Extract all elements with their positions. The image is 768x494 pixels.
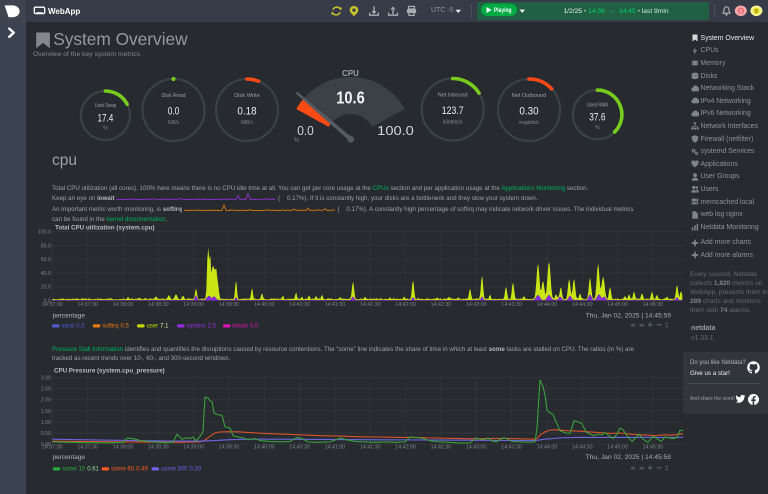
svg-text:KiB/s: KiB/s (168, 120, 179, 126)
svg-text:14:42:00: 14:42:00 (395, 445, 416, 451)
svg-text:user: user (147, 324, 159, 330)
svg-text:system: system (187, 324, 206, 330)
svg-text:14:38:00: 14:38:00 (113, 302, 134, 308)
svg-text:14:42:30: 14:42:30 (431, 302, 452, 308)
svg-text:kilobits/s: kilobits/s (443, 120, 463, 126)
svg-text:0.30: 0.30 (519, 106, 538, 118)
svg-text:14:45:00: 14:45:00 (607, 302, 628, 308)
svg-text:14:39:00: 14:39:00 (183, 445, 204, 451)
svg-text:14:38:30: 14:38:30 (148, 302, 169, 308)
svg-text:0.00: 0.00 (41, 442, 51, 448)
svg-text:0.0: 0.0 (297, 123, 314, 138)
svg-text:0.18: 0.18 (237, 106, 256, 118)
svg-text:14:45:00: 14:45:00 (607, 445, 628, 451)
svg-text:steal: steal (62, 324, 75, 330)
svg-text:80.0: 80.0 (41, 243, 51, 249)
svg-text:softirq: softirq (102, 324, 118, 330)
svg-text:%: % (595, 125, 600, 131)
svg-text:Disk Read: Disk Read (161, 93, 185, 99)
svg-text:14:37:00: 14:37:00 (42, 445, 63, 451)
svg-text:20.0: 20.0 (41, 285, 51, 291)
svg-text:Used RAM: Used RAM (587, 102, 608, 108)
svg-text:14:40:00: 14:40:00 (254, 445, 275, 451)
svg-text:14:41:30: 14:41:30 (360, 445, 381, 451)
svg-text:123.7: 123.7 (442, 105, 464, 117)
svg-text:2.50: 2.50 (41, 387, 51, 393)
svg-text:14:41:30: 14:41:30 (360, 302, 381, 308)
svg-text:Used Swap: Used Swap (95, 103, 116, 109)
svg-text:some 100.61: some 100.61 (64, 467, 99, 473)
svg-text:system2.5: system2.5 (189, 324, 217, 330)
svg-text:%: % (103, 126, 108, 132)
svg-text:percentage: percentage (53, 312, 86, 319)
svg-text:100.0: 100.0 (38, 230, 51, 236)
svg-text:14:44:30: 14:44:30 (572, 302, 593, 308)
svg-text:0.0: 0.0 (44, 299, 51, 305)
svg-text:some 10: some 10 (62, 467, 86, 473)
svg-text:14:45:30: 14:45:30 (643, 445, 664, 451)
svg-text:Total CPU utilization (system.: Total CPU utilization (system.cpu) (55, 225, 155, 232)
svg-text:14:43:00: 14:43:00 (466, 302, 487, 308)
svg-text:14:43:30: 14:43:30 (501, 302, 522, 308)
svg-text:14:41:00: 14:41:00 (325, 445, 346, 451)
svg-text:14:38:30: 14:38:30 (148, 445, 169, 451)
svg-text:user7.1: user7.1 (149, 324, 170, 330)
svg-text:14:39:30: 14:39:30 (219, 445, 240, 451)
svg-text:14:44:00: 14:44:00 (537, 302, 558, 308)
svg-text:14:37:00: 14:37:00 (42, 302, 63, 308)
svg-text:some 3000.30: some 3000.30 (163, 467, 202, 473)
svg-text:14:42:30: 14:42:30 (431, 445, 452, 451)
svg-text:14:40:30: 14:40:30 (289, 302, 310, 308)
svg-text:some 60: some 60 (111, 467, 135, 473)
svg-text:1.00: 1.00 (41, 420, 51, 426)
svg-text:Net Outbound: Net Outbound (512, 93, 546, 99)
svg-text:0.0: 0.0 (168, 106, 180, 118)
svg-text:14:45:30: 14:45:30 (643, 302, 664, 308)
svg-text:100.0: 100.0 (377, 123, 414, 138)
svg-text:softirq0.5: softirq0.5 (104, 324, 129, 330)
svg-text:1.50: 1.50 (41, 409, 51, 415)
svg-text:14:42:00: 14:42:00 (395, 302, 416, 308)
svg-text:iowait: iowait (233, 324, 249, 330)
svg-text:14:44:00: 14:44:00 (537, 445, 558, 451)
svg-text:14:39:00: 14:39:00 (183, 302, 204, 308)
svg-text:percentage: percentage (53, 454, 86, 461)
svg-text:37.6: 37.6 (589, 112, 605, 124)
svg-text:2.00: 2.00 (41, 398, 51, 404)
svg-text:40.0: 40.0 (41, 271, 51, 277)
svg-text:CPU: CPU (342, 69, 359, 78)
svg-text:Thu, Jan 02, 2025 | 14:45:59: Thu, Jan 02, 2025 | 14:45:59 (586, 312, 672, 319)
svg-text:Net Inbound: Net Inbound (438, 93, 468, 99)
svg-text:%: % (294, 138, 299, 144)
svg-text:14:40:30: 14:40:30 (289, 445, 310, 451)
svg-text:CPU Pressure (system.cpu_press: CPU Pressure (system.cpu_pressure) (54, 368, 165, 375)
svg-text:10.6: 10.6 (336, 88, 365, 108)
svg-text:14:40:00: 14:40:00 (254, 302, 275, 308)
svg-text:14:37:30: 14:37:30 (77, 445, 98, 451)
svg-text:14:41:00: 14:41:00 (325, 302, 346, 308)
svg-text:iowait0.0: iowait0.0 (235, 324, 259, 330)
svg-text:17.4: 17.4 (97, 113, 113, 125)
svg-text:14:44:30: 14:44:30 (572, 445, 593, 451)
svg-text:some 300: some 300 (161, 467, 188, 473)
svg-text:0.50: 0.50 (41, 431, 51, 437)
svg-text:Thu, Jan 02, 2025 | 14:45:58: Thu, Jan 02, 2025 | 14:45:58 (586, 454, 672, 461)
svg-text:some 600.49: some 600.49 (113, 467, 148, 473)
svg-text:megabits/s: megabits/s (519, 120, 539, 126)
svg-text:14:43:00: 14:43:00 (466, 445, 487, 451)
svg-text:14:39:30: 14:39:30 (219, 302, 240, 308)
svg-text:14:37:30: 14:37:30 (77, 302, 98, 308)
svg-text:steal0.5: steal0.5 (64, 324, 86, 330)
svg-text:14:43:30: 14:43:30 (501, 445, 522, 451)
svg-text:60.0: 60.0 (41, 257, 51, 263)
svg-text:3.00: 3.00 (41, 376, 51, 382)
svg-text:Disk Write: Disk Write (234, 93, 260, 99)
svg-text:MiB/s: MiB/s (241, 120, 253, 126)
svg-text:14:38:00: 14:38:00 (113, 445, 134, 451)
